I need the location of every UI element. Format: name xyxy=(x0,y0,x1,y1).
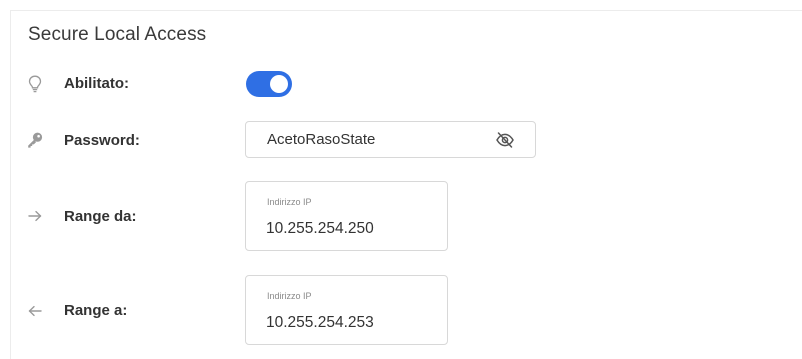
password-value: AcetoRasoState xyxy=(267,131,376,148)
eye-off-icon[interactable] xyxy=(495,130,515,150)
password-label: Password: xyxy=(64,132,140,149)
range-to-ip-value: 10.255.254.253 xyxy=(266,314,374,331)
range-from-field-caption: Indirizzo IP xyxy=(267,197,312,207)
section-title: Secure Local Access xyxy=(28,24,207,45)
arrow-right-icon xyxy=(26,207,44,225)
arrow-left-icon xyxy=(26,302,44,320)
lightbulb-icon xyxy=(26,75,44,93)
toggle-knob xyxy=(270,75,288,93)
range-to-ip-field[interactable]: Indirizzo IP 10.255.254.253 xyxy=(245,275,448,345)
enabled-toggle[interactable] xyxy=(246,71,292,97)
range-from-label: Range da: xyxy=(64,208,137,225)
range-from-ip-field[interactable]: Indirizzo IP 10.255.254.250 xyxy=(245,181,448,251)
range-to-field-caption: Indirizzo IP xyxy=(267,291,312,301)
key-icon xyxy=(26,131,44,149)
password-field[interactable]: AcetoRasoState xyxy=(245,121,536,158)
enabled-label: Abilitato: xyxy=(64,75,129,92)
range-from-ip-value: 10.255.254.250 xyxy=(266,220,374,237)
range-to-label: Range a: xyxy=(64,302,128,319)
